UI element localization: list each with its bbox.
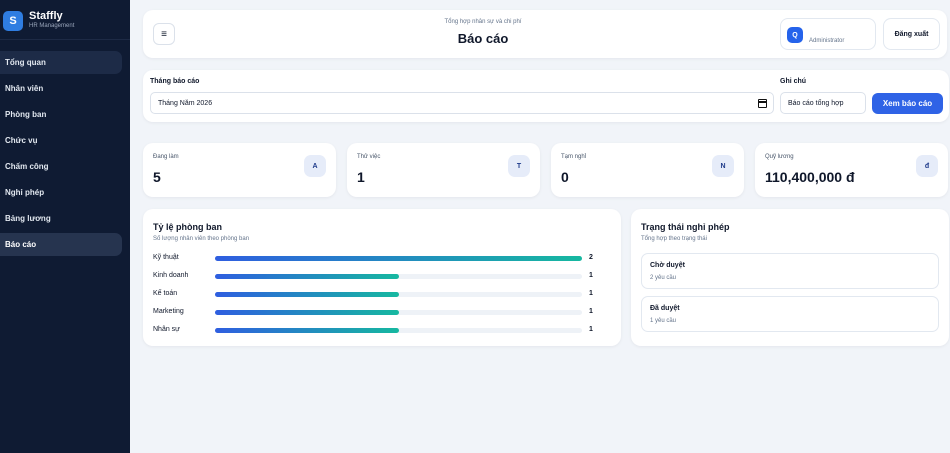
sidebar-item-label: Nghỉ phép (5, 188, 45, 197)
stat-value: 110,400,000 đ (765, 169, 855, 185)
department-bar-fill (215, 328, 399, 333)
calendar-icon[interactable] (758, 99, 767, 108)
stat-badge-icon: T (508, 155, 530, 177)
panel-subtitle: Tổng hợp theo trạng thái (641, 236, 707, 242)
sidebar-item-label: Tổng quan (5, 58, 46, 67)
department-bar-track (215, 328, 582, 333)
leave-status-card[interactable]: Chờ duyệt 2 yêu cầu (641, 253, 939, 289)
brand-subtitle: HR Management (29, 23, 75, 29)
department-bar-track (215, 256, 582, 261)
sidebar-item-label: Bảng lương (5, 214, 51, 223)
stat-label: Tạm nghỉ (561, 154, 587, 160)
sidebar-item-payroll[interactable]: Bảng lương (0, 207, 122, 230)
sidebar-item-overview[interactable]: Tổng quan (0, 51, 122, 74)
department-bar-track (215, 274, 582, 279)
sidebar-item-leave[interactable]: Nghỉ phép (0, 181, 122, 204)
department-bar-fill (215, 292, 399, 297)
avatar: Q (787, 27, 803, 43)
page-header: ≡ Tổng hợp nhân sự và chi phí Báo cáo Q … (143, 10, 947, 58)
department-name: Kỹ thuật (153, 254, 179, 261)
stat-value: 5 (153, 169, 161, 185)
stat-card-active: Đang làm 5 A (143, 143, 336, 197)
page-title: Báo cáo (457, 31, 509, 46)
department-bar-track (215, 310, 582, 315)
sidebar-item-employees[interactable]: Nhân viên (0, 77, 122, 100)
stat-label: Đang làm (153, 154, 179, 160)
stat-card-on-leave: Tạm nghỉ 0 N (551, 143, 744, 197)
month-value: Tháng Năm 2026 (158, 99, 213, 107)
leave-status-count: 2 yêu cầu (650, 275, 677, 281)
brand-logo: S (3, 11, 23, 31)
sidebar-item-positions[interactable]: Chức vụ (0, 129, 122, 152)
note-label: Ghi chú (780, 78, 807, 85)
department-row: Marketing 1 (153, 306, 613, 318)
department-count: 2 (589, 254, 593, 261)
stat-badge-icon: đ (916, 155, 938, 177)
department-name: Kế toán (153, 290, 178, 297)
sidebar-item-label: Nhân viên (5, 84, 44, 93)
department-bar-fill (215, 274, 399, 279)
department-bar-fill (215, 256, 582, 261)
department-count: 1 (589, 290, 593, 297)
sidebar-item-label: Chấm công (5, 162, 49, 171)
leave-status-count: 1 yêu cầu (650, 318, 677, 324)
month-label: Tháng báo cáo (150, 78, 200, 85)
stat-value: 0 (561, 169, 569, 185)
department-count: 1 (589, 326, 593, 333)
logout-button[interactable]: Đăng xuất (883, 18, 940, 50)
stat-badge-icon: A (304, 155, 326, 177)
brand-name: Staffly (29, 10, 63, 22)
leave-status-panel: Trạng thái nghỉ phép Tổng hợp theo trạng… (631, 209, 949, 346)
sidebar-item-attendance[interactable]: Chấm công (0, 155, 122, 178)
stat-card-probation: Thử việc 1 T (347, 143, 540, 197)
sidebar-item-label: Báo cáo (5, 240, 37, 249)
stat-label: Quỹ lương (765, 154, 794, 160)
department-row: Kinh doanh 1 (153, 270, 613, 282)
department-name: Nhân sự (153, 326, 180, 333)
panel-title: Tỷ lệ phòng ban (153, 222, 222, 232)
sidebar-item-reports[interactable]: Báo cáo (0, 233, 122, 256)
leave-status-name: Đã duyệt (650, 305, 680, 312)
stat-label: Thử việc (357, 154, 381, 160)
sidebar: S Staffly HR Management Tổng quan Nhân v… (0, 0, 130, 453)
note-value: Báo cáo tổng hợp (788, 99, 844, 107)
department-ratio-panel: Tỷ lệ phòng ban Số lượng nhân viên theo … (143, 209, 621, 346)
leave-status-name: Chờ duyệt (650, 262, 685, 269)
month-input[interactable]: Tháng Năm 2026 (150, 92, 774, 114)
stat-value: 1 (357, 169, 365, 185)
department-bar-fill (215, 310, 399, 315)
department-name: Kinh doanh (153, 272, 189, 279)
stat-badge-icon: N (712, 155, 734, 177)
panel-title: Trạng thái nghỉ phép (641, 222, 730, 232)
user-role: Administrator (809, 38, 845, 44)
report-filter: Tháng báo cáo Tháng Năm 2026 Ghi chú Báo… (143, 70, 949, 122)
note-input[interactable]: Báo cáo tổng hợp (780, 92, 866, 114)
sidebar-item-label: Phòng ban (5, 110, 47, 119)
department-row: Kế toán 1 (153, 288, 613, 300)
stat-card-payroll: Quỹ lương 110,400,000 đ đ (755, 143, 948, 197)
sidebar-item-departments[interactable]: Phòng ban (0, 103, 122, 126)
department-count: 1 (589, 308, 593, 315)
sidebar-item-label: Chức vụ (5, 136, 38, 145)
user-chip[interactable]: Q Administrator (780, 18, 876, 50)
department-row: Nhân sự 1 (153, 324, 613, 336)
department-row: Kỹ thuật 2 (153, 252, 613, 264)
view-report-button[interactable]: Xem báo cáo (872, 93, 943, 114)
sidebar-nav: Tổng quan Nhân viên Phòng ban Chức vụ Ch… (0, 51, 130, 259)
brand: S Staffly HR Management (0, 0, 130, 40)
department-bar-track (215, 292, 582, 297)
department-name: Marketing (153, 308, 184, 315)
department-count: 1 (589, 272, 593, 279)
panel-subtitle: Số lượng nhân viên theo phòng ban (153, 236, 250, 242)
page-subtitle: Tổng hợp nhân sự và chi phí (444, 19, 522, 25)
leave-status-card[interactable]: Đã duyệt 1 yêu cầu (641, 296, 939, 332)
